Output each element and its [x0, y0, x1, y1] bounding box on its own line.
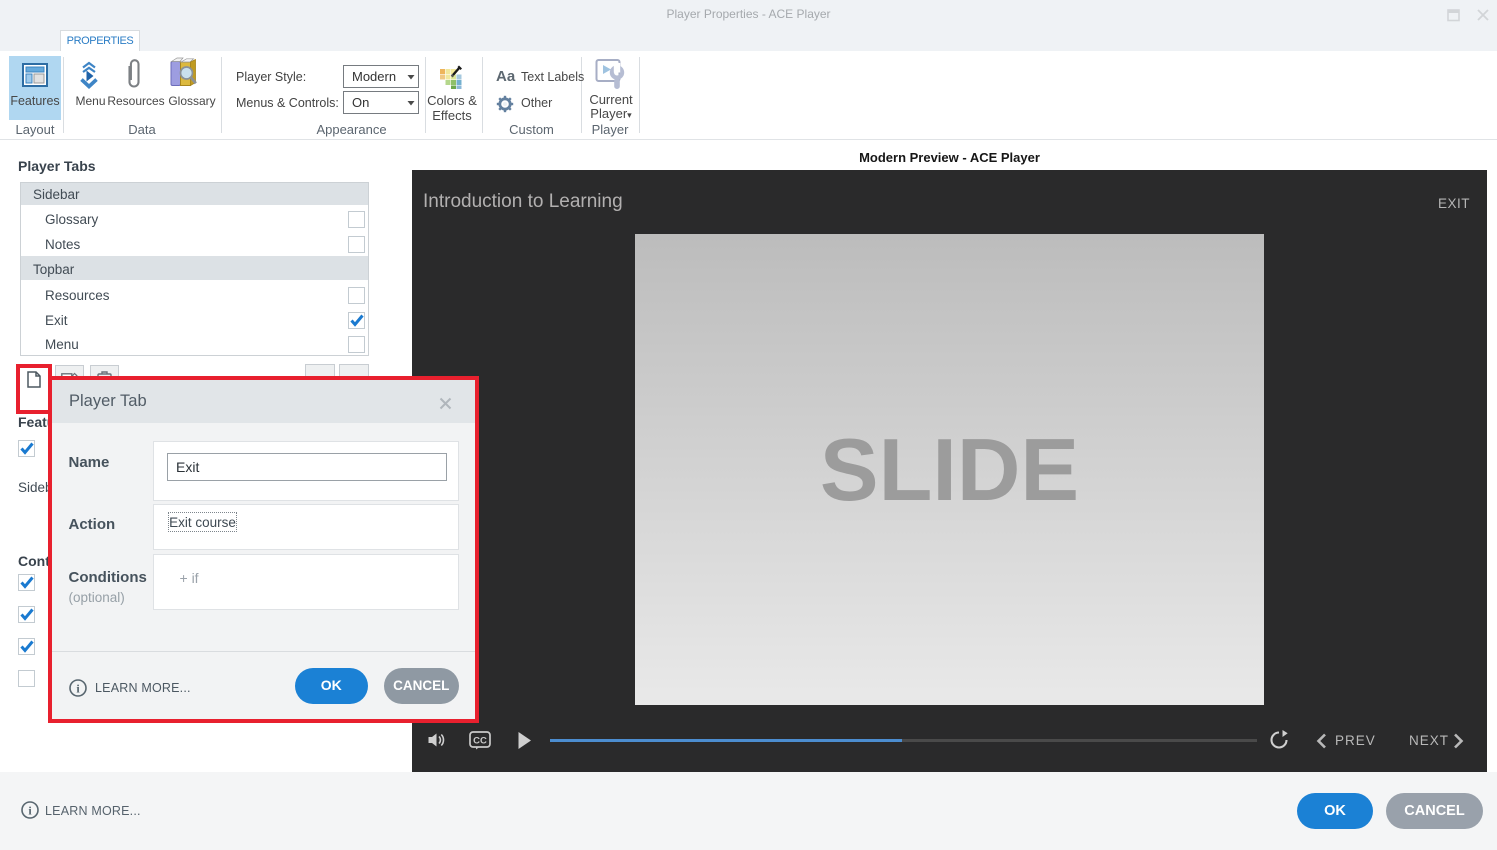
svg-text:i: i — [28, 803, 32, 817]
svg-text:CC: CC — [473, 735, 487, 746]
svg-text:i: i — [76, 681, 80, 695]
